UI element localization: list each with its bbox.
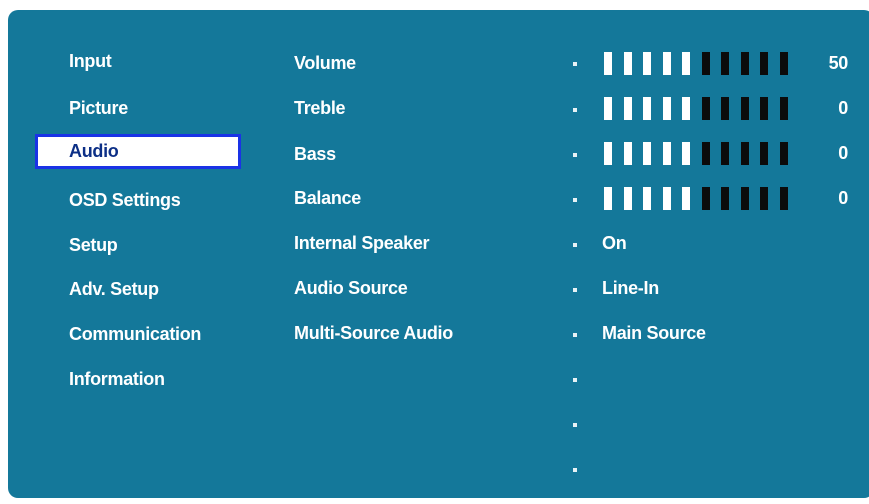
setting-bass-label[interactable]: Bass (294, 143, 336, 165)
slider-segment (624, 187, 632, 210)
slider-segment (663, 52, 671, 75)
setting-audio-source-label[interactable]: Audio Source (294, 277, 408, 299)
menu-item-information[interactable]: Information (69, 368, 165, 390)
row-bullet (573, 108, 577, 112)
menu-item-adv-setup[interactable]: Adv. Setup (69, 278, 159, 300)
slider-segment (624, 52, 632, 75)
row-bullet (573, 423, 577, 427)
row-bullet (573, 198, 577, 202)
bass-slider[interactable] (604, 142, 804, 165)
slider-segment (604, 187, 612, 210)
slider-segment (741, 52, 749, 75)
slider-segment (682, 52, 690, 75)
slider-segment (643, 187, 651, 210)
slider-segment (702, 142, 710, 165)
slider-segment (741, 97, 749, 120)
slider-segment (741, 187, 749, 210)
slider-segment (643, 142, 651, 165)
slider-segment (780, 142, 788, 165)
balance-value: 0 (838, 188, 848, 208)
menu-item-input[interactable]: Input (69, 50, 112, 72)
slider-segment (760, 142, 768, 165)
slider-segment (682, 187, 690, 210)
audio-source-value[interactable]: Line-In (602, 277, 659, 299)
row-bullet (573, 153, 577, 157)
slider-segment (760, 97, 768, 120)
slider-segment (780, 52, 788, 75)
row-bullet (573, 62, 577, 66)
slider-segment (702, 97, 710, 120)
slider-segment (721, 97, 729, 120)
treble-value: 0 (838, 98, 848, 118)
slider-segment (682, 142, 690, 165)
slider-segment (721, 187, 729, 210)
internal-speaker-value[interactable]: On (602, 232, 627, 254)
slider-segment (702, 187, 710, 210)
slider-segment (741, 142, 749, 165)
setting-internal-speaker-label[interactable]: Internal Speaker (294, 232, 430, 254)
slider-segment (624, 142, 632, 165)
menu-item-audio[interactable]: Audio (35, 134, 241, 169)
row-bullet (573, 333, 577, 337)
slider-segment (643, 97, 651, 120)
slider-segment (760, 52, 768, 75)
setting-treble-label[interactable]: Treble (294, 97, 346, 119)
row-bullet (573, 468, 577, 472)
volume-value: 50 (828, 53, 849, 73)
slider-segment (663, 97, 671, 120)
slider-segment (721, 142, 729, 165)
balance-slider[interactable] (604, 187, 804, 210)
treble-slider[interactable] (604, 97, 804, 120)
row-bullet (573, 288, 577, 292)
setting-multi-source-audio-label[interactable]: Multi-Source Audio (294, 322, 453, 344)
menu-item-communication[interactable]: Communication (69, 323, 201, 345)
multi-source-audio-value[interactable]: Main Source (602, 322, 706, 344)
menu-item-osd-settings[interactable]: OSD Settings (69, 189, 181, 211)
slider-segment (780, 187, 788, 210)
setting-volume-label[interactable]: Volume (294, 52, 356, 74)
slider-segment (682, 97, 690, 120)
menu-item-setup[interactable]: Setup (69, 234, 118, 256)
volume-slider[interactable] (604, 52, 804, 75)
slider-segment (663, 187, 671, 210)
slider-segment (702, 52, 710, 75)
slider-segment (760, 187, 768, 210)
slider-segment (721, 52, 729, 75)
menu-item-picture[interactable]: Picture (69, 97, 128, 119)
slider-segment (663, 142, 671, 165)
slider-segment (780, 97, 788, 120)
osd-menu-panel: Input Picture Audio OSD Settings Setup A… (8, 10, 869, 498)
slider-segment (643, 52, 651, 75)
slider-segment (624, 97, 632, 120)
bass-value: 0 (838, 143, 848, 163)
row-bullet (573, 243, 577, 247)
slider-segment (604, 97, 612, 120)
row-bullet (573, 378, 577, 382)
setting-balance-label[interactable]: Balance (294, 187, 361, 209)
slider-segment (604, 52, 612, 75)
slider-segment (604, 142, 612, 165)
